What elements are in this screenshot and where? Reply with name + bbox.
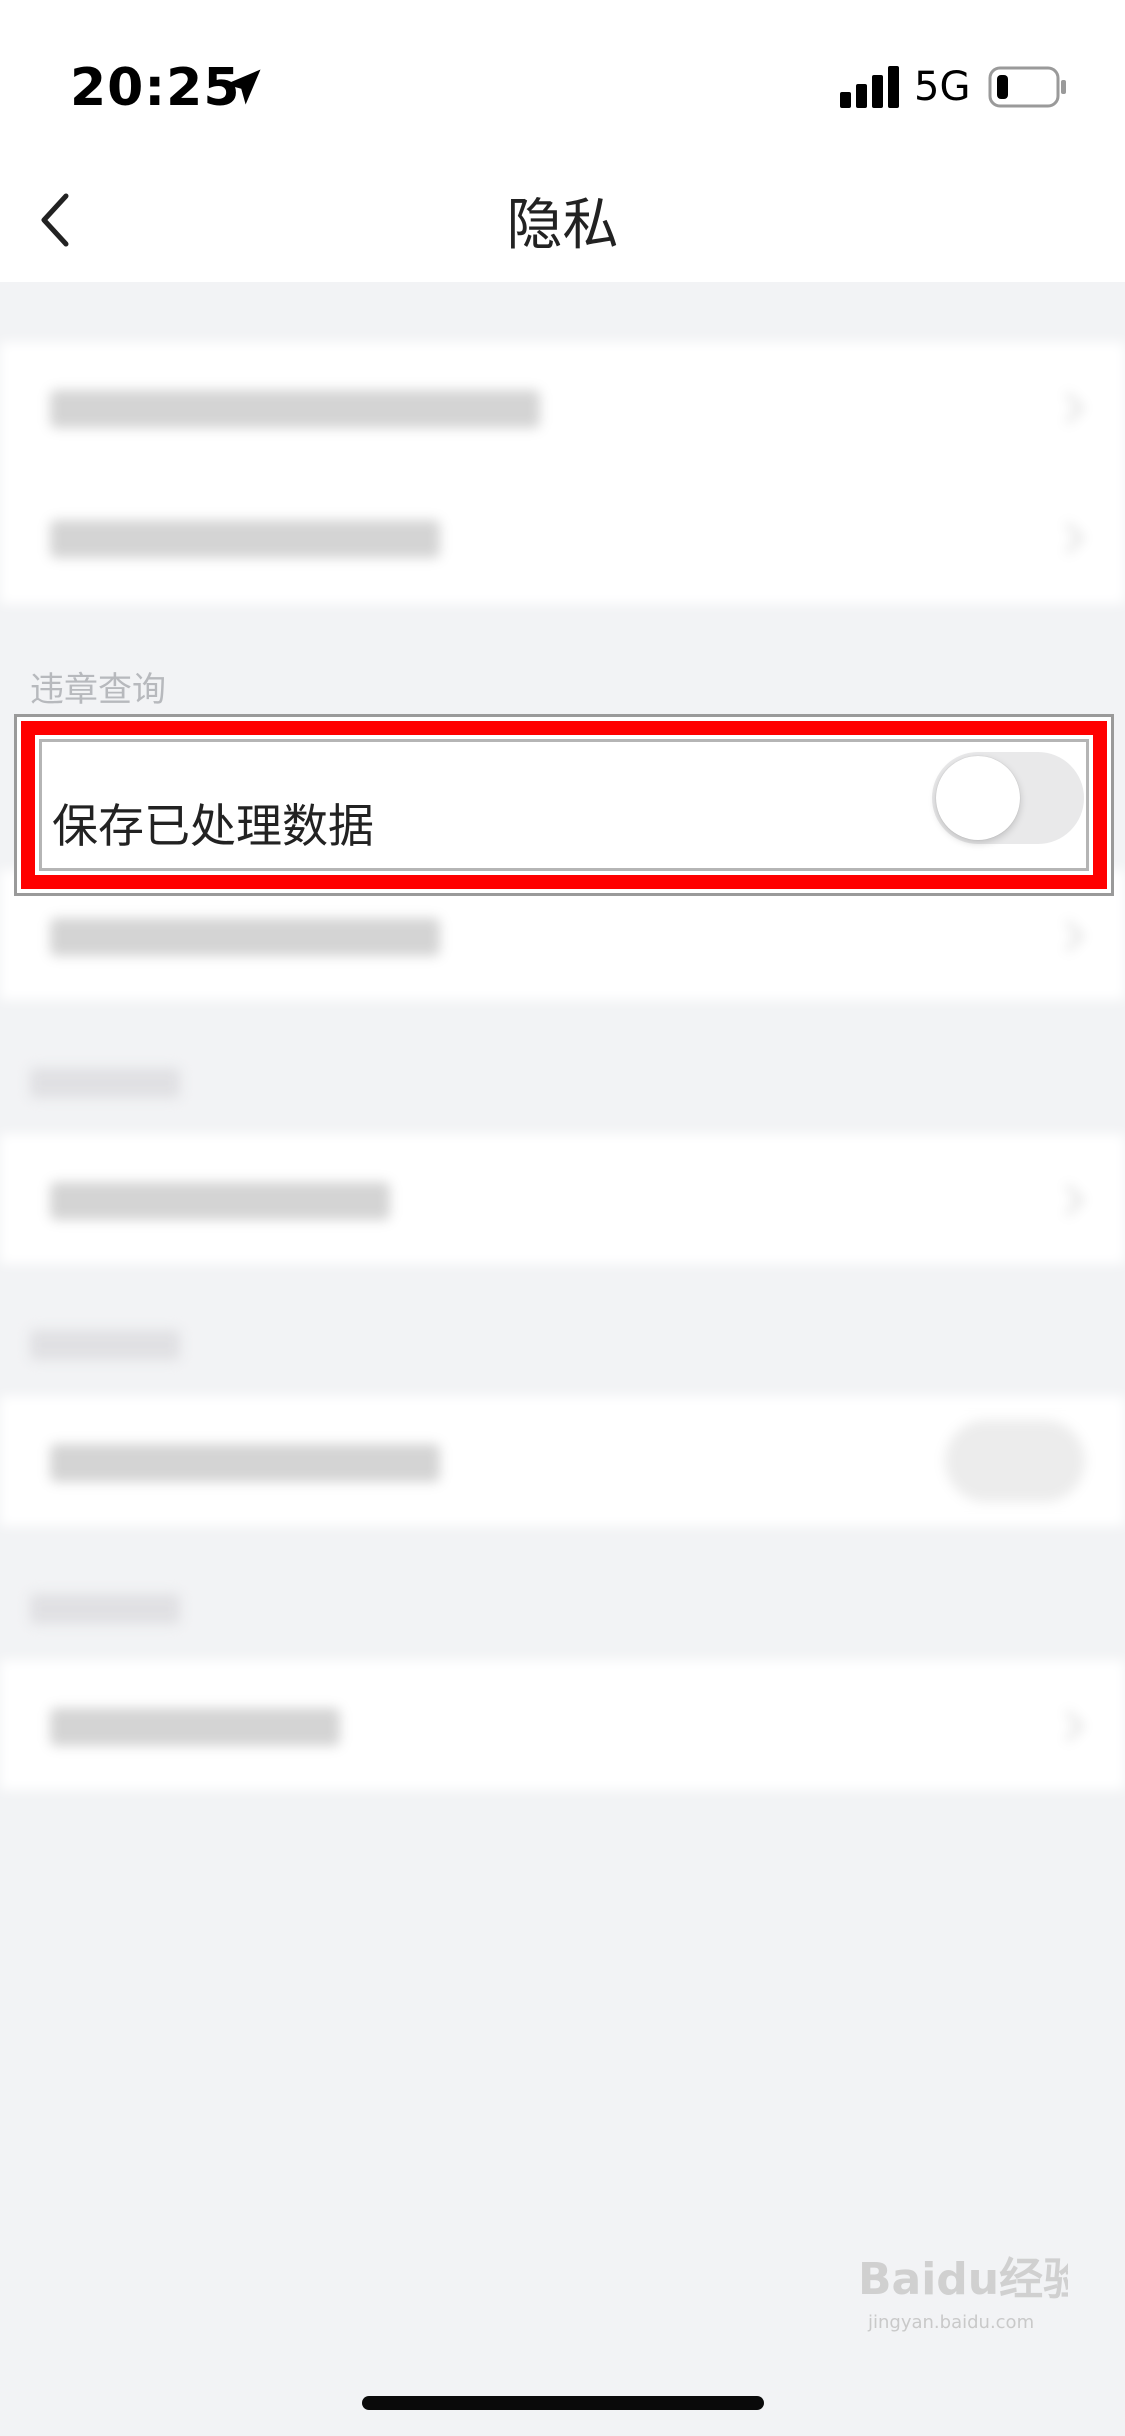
svg-text:Baidu经验: Baidu经验 [858,2254,1068,2305]
list-item [0,1396,1125,1526]
location-arrow-icon [225,69,261,105]
watermark-url: jingyan.baidu.com [868,2312,1035,2333]
home-indicator [362,2396,764,2410]
save-processed-data-row[interactable]: 保存已处理数据 [39,739,1089,871]
signal-bars-icon [840,66,899,108]
save-processed-data-label: 保存已处理数据 [52,799,374,853]
nav-bar: 隐私 [0,160,1125,282]
toggle-knob [936,756,1020,840]
blurred-settings-group [0,1396,1125,1526]
blurred-settings-group [0,1660,1125,1790]
status-time: 20:25 [70,58,241,118]
section-label-violation-query: 违章查询 [30,670,166,710]
highlight-annotation: 保存已处理数据 [14,714,1114,896]
baidu-jingyan-watermark: Baidu经验 [858,2254,1068,2305]
page-title: 隐私 [506,193,619,258]
blurred-section-header [30,1330,180,1360]
network-type: 5G [914,64,971,110]
save-processed-data-toggle[interactable] [932,752,1084,844]
list-item [0,1660,1125,1790]
status-bar: 20:25 5G [0,0,1125,160]
battery-low-icon [988,66,1066,108]
list-item [0,342,1125,472]
list-item [0,1134,1125,1264]
blurred-settings-group [0,1134,1125,1264]
blurred-settings-group [0,342,1125,604]
blurred-section-header [30,1594,180,1624]
list-item [0,472,1125,602]
blurred-section-header [30,1068,180,1098]
